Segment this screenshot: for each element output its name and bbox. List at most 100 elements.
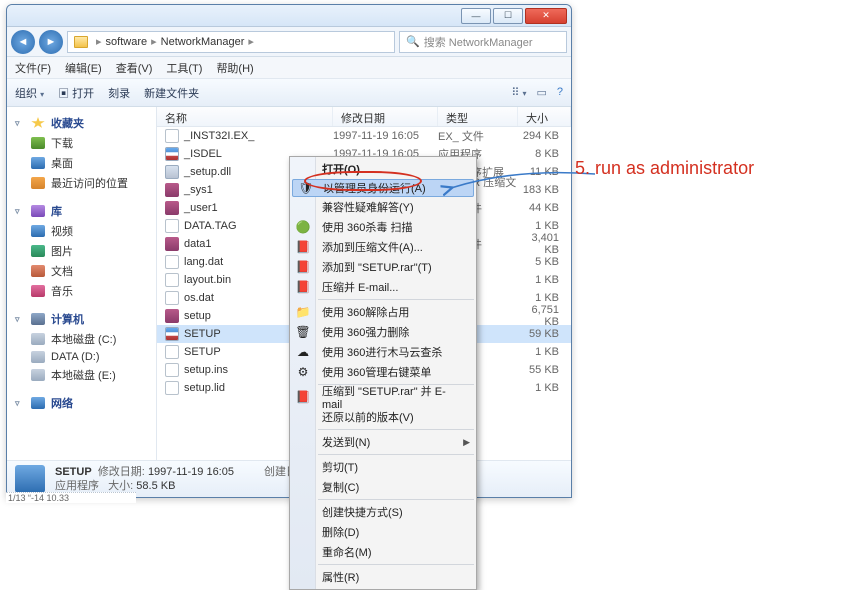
file-name: _ISDEL [184,148,222,160]
file-icon [165,255,179,269]
col-size[interactable]: 大小 [518,107,571,126]
sidebar-music[interactable]: 音乐 [11,281,152,301]
desktop-icon [31,157,45,169]
sidebar: ▿收藏夹 下载 桌面 最近访问的位置 ▿库 视频 图片 文档 音乐 ▿计算机 本… [7,107,157,460]
ctx-email-rar[interactable]: 📕压缩并 E-mail... [290,277,476,297]
back-button[interactable]: ◄ [11,30,35,54]
view-options-icon[interactable]: ⠿ ▾ [511,86,526,99]
file-size: 6,751 KB [518,304,571,328]
file-name: setup.ins [184,364,228,376]
file-size: 1 KB [518,382,571,394]
ctx-360scan[interactable]: 🟢使用 360杀毒 扫描 [290,217,476,237]
menubar: 文件(F) 编辑(E) 查看(V) 工具(T) 帮助(H) [7,57,571,79]
organize-button[interactable]: 组织 ▾ [15,85,44,101]
minimize-button[interactable]: — [461,8,491,24]
footer-text: 1/13 “-14 10.33 [6,492,136,503]
sidebar-desktop[interactable]: 桌面 [11,153,152,173]
file-size: 3,401 KB [518,232,571,256]
file-icon [165,237,179,251]
ctx-email-setup[interactable]: 📕压缩到 "SETUP.rar" 并 E-mail [290,387,476,407]
ctx-add-rar[interactable]: 📕添加到压缩文件(A)... [290,237,476,257]
help-icon[interactable]: ? [557,86,563,99]
search-input[interactable]: 🔍 搜索 NetworkManager [399,31,567,53]
menu-view[interactable]: 查看(V) [116,60,153,76]
sidebar-ddisk[interactable]: DATA (D:) [11,349,152,365]
file-type: EX_ 文件 [438,128,518,144]
open-button[interactable]: ▣ 打开 [58,85,94,101]
burn-button[interactable]: 刻录 [108,85,130,101]
search-icon: 🔍 [406,35,420,48]
disk-icon [31,351,45,363]
menu-tools[interactable]: 工具(T) [166,60,202,76]
col-name[interactable]: 名称 [157,107,333,126]
file-size: 1 KB [518,292,571,304]
disk-icon [31,369,45,381]
sidebar-computer[interactable]: ▿计算机 [11,309,152,329]
sidebar-network[interactable]: ▿网络 [11,393,152,413]
address-bar: ◄ ► ▸ software ▸ NetworkManager ▸ 🔍 搜索 N… [7,27,571,57]
file-name: DATA.TAG [184,220,237,232]
file-size: 1 KB [518,346,571,358]
video-icon [31,225,45,237]
file-size: 1 KB [518,220,571,232]
file-name: _sys1 [184,184,213,196]
ctx-rename[interactable]: 重命名(M) [290,542,476,562]
ctx-compat[interactable]: 兼容性疑难解答(Y) [290,197,476,217]
ctx-360force[interactable]: 🗑使用 360强力删除 [290,322,476,342]
path-box[interactable]: ▸ software ▸ NetworkManager ▸ [67,31,395,53]
column-headers[interactable]: 名称 修改日期 类型 大小 [157,107,571,127]
ctx-360trojan[interactable]: ☁使用 360进行木马云查杀 [290,342,476,362]
sidebar-documents[interactable]: 文档 [11,261,152,281]
ctx-sendto[interactable]: 发送到(N)▶ [290,432,476,452]
path-seg[interactable]: NetworkManager [161,36,245,48]
ctx-delete[interactable]: 删除(D) [290,522,476,542]
col-date[interactable]: 修改日期 [333,107,438,126]
search-placeholder: 搜索 NetworkManager [424,34,533,50]
toolbar: 组织 ▾ ▣ 打开 刻录 新建文件夹 ⠿ ▾ ▭ ? [7,79,571,107]
preview-pane-icon[interactable]: ▭ [536,86,546,99]
file-name: lang.dat [184,256,223,268]
file-name: SETUP [184,328,221,340]
file-size: 44 KB [518,202,571,214]
ctx-360unlock[interactable]: 📁使用 360解除占用 [290,302,476,322]
file-size: 1 KB [518,274,571,286]
menu-file[interactable]: 文件(F) [15,60,51,76]
col-type[interactable]: 类型 [438,107,518,126]
computer-icon [31,313,45,325]
menu-help[interactable]: 帮助(H) [216,60,253,76]
recent-icon [31,177,45,189]
rar-icon: 📕 [295,389,311,405]
sidebar-downloads[interactable]: 下载 [11,133,152,153]
sidebar-cdisk[interactable]: 本地磁盘 (C:) [11,329,152,349]
ctx-copy[interactable]: 复制(C) [290,477,476,497]
sidebar-videos[interactable]: 视频 [11,221,152,241]
close-button[interactable]: ✕ [525,8,567,24]
file-name: SETUP [184,346,221,358]
file-row[interactable]: _INST32I.EX_1997-11-19 16:05EX_ 文件294 KB [157,127,571,145]
file-icon [165,345,179,359]
file-icon [165,183,179,197]
ctx-add-setup-rar[interactable]: 📕添加到 "SETUP.rar"(T) [290,257,476,277]
sidebar-pictures[interactable]: 图片 [11,241,152,261]
ctx-shortcut[interactable]: 创建快捷方式(S) [290,502,476,522]
sidebar-libraries[interactable]: ▿库 [11,201,152,221]
folder-icon: 📁 [295,304,311,320]
status-name: SETUP [55,466,92,478]
sidebar-edisk[interactable]: 本地磁盘 (E:) [11,365,152,385]
file-icon [165,309,179,323]
delete-icon: 🗑 [295,324,311,340]
ctx-360menu[interactable]: ⚙使用 360管理右键菜单 [290,362,476,382]
ctx-restore[interactable]: 还原以前的版本(V) [290,407,476,427]
path-seg[interactable]: software [106,36,148,48]
maximize-button[interactable]: ☐ [493,8,523,24]
newfolder-button[interactable]: 新建文件夹 [144,85,199,101]
forward-button[interactable]: ► [39,30,63,54]
disk-icon [31,333,45,345]
ctx-properties[interactable]: 属性(R) [290,567,476,587]
sidebar-favorites[interactable]: ▿收藏夹 [11,113,152,133]
folder-icon [74,36,88,48]
menu-edit[interactable]: 编辑(E) [65,60,102,76]
ctx-cut[interactable]: 剪切(T) [290,457,476,477]
file-icon [165,165,179,179]
sidebar-recent[interactable]: 最近访问的位置 [11,173,152,193]
